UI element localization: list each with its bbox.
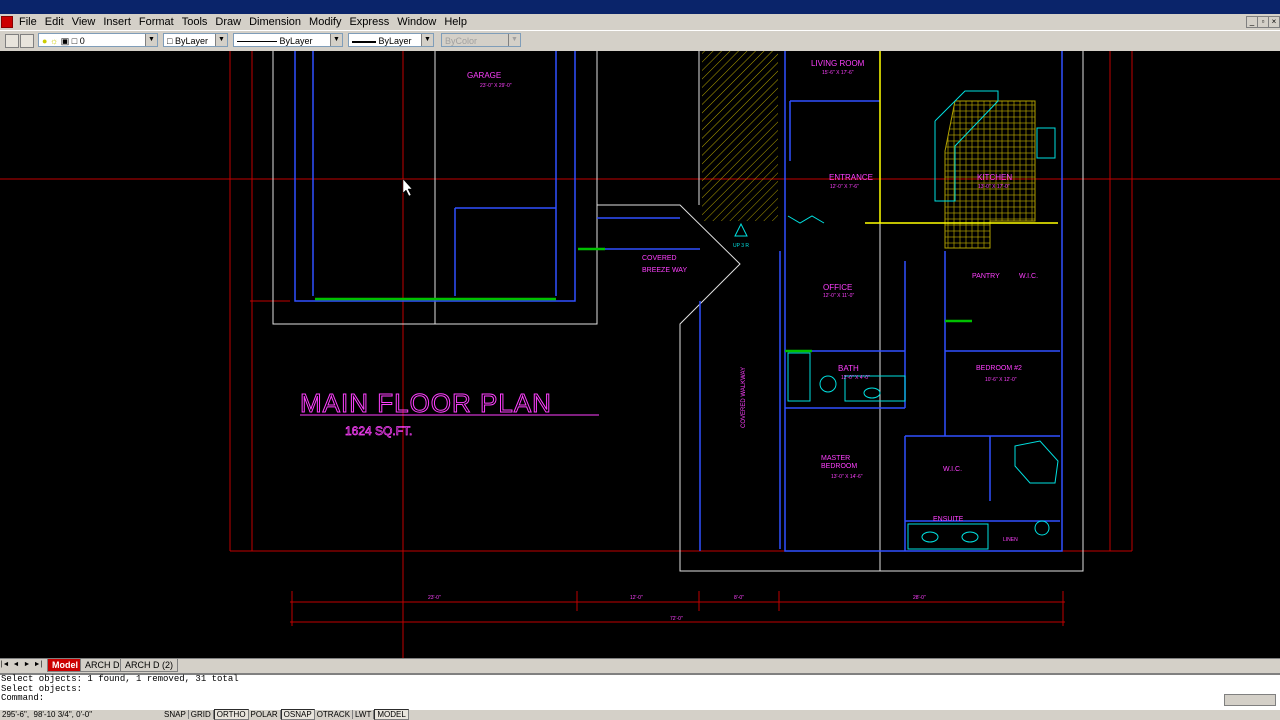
hatch-fill: [702, 51, 778, 221]
plotstyle-value: ByColor: [445, 36, 478, 46]
linetype-dropdown[interactable]: ByLayer ▼: [233, 33, 343, 47]
chevron-down-icon: ▼: [215, 34, 227, 46]
interior-walls: [294, 51, 1063, 552]
next-tab-icon[interactable]: ►: [22, 660, 32, 670]
label-kitchen-dim: 13'-0" X 17'-0": [978, 184, 1010, 190]
label-living-room: LIVING ROOM: [811, 59, 865, 68]
lock-icon: ▣: [60, 36, 70, 46]
model-toggle[interactable]: MODEL: [374, 709, 409, 720]
menu-tools[interactable]: Tools: [178, 14, 212, 30]
color-value: ByLayer: [174, 36, 208, 46]
title-bar: [0, 0, 1280, 14]
label-linen: LINEN: [1003, 537, 1018, 543]
properties-toolbar: ● ☼ ▣ □ 0 ▼ □ ByLayer ▼ ByLayer ▼ ByLaye…: [0, 30, 1280, 52]
label-pantry: PANTRY: [972, 273, 1000, 280]
last-tab-icon[interactable]: ►|: [33, 660, 43, 670]
label-walkway: COVERED WALKWAY: [741, 367, 747, 428]
dimension-labels: 23'-0" 12'-0" 8'-0" 28'-0" 72'-0": [428, 595, 926, 622]
command-history-line: Select objects:: [1, 683, 83, 694]
layer-manager-icon[interactable]: [5, 34, 19, 48]
label-living-dim: 15'-6" X 17'-6": [822, 70, 854, 76]
label-covered: COVERED: [642, 255, 677, 262]
dim-3: 8'-0": [734, 595, 744, 601]
layer-color-swatch-icon: □: [71, 36, 78, 46]
menu-dimension[interactable]: Dimension: [245, 14, 305, 30]
menu-edit[interactable]: Edit: [41, 14, 68, 30]
dimension-lines: [0, 51, 1280, 658]
menu-insert[interactable]: Insert: [99, 14, 135, 30]
menu-window[interactable]: Window: [393, 14, 440, 30]
label-entrance-dim: 12'-0" X 7'-6": [830, 184, 859, 190]
cursor-icon: [402, 178, 413, 197]
label-wic-2: W.I.C.: [943, 466, 962, 473]
layer-dropdown[interactable]: ● ☼ ▣ □ 0 ▼: [38, 33, 158, 47]
label-bedroom-2: BEDROOM #2: [976, 365, 1022, 372]
tab-arch-d-2[interactable]: ARCH D (2): [120, 659, 179, 672]
label-office-dim: 12'-0" X 11'-0": [823, 293, 854, 299]
linetype-value: ByLayer: [279, 36, 313, 46]
floor-plan-drawing: GARAGE 23'-0" X 29'-0" LIVING ROOM 15'-6…: [0, 51, 1280, 658]
layer-name: 0: [79, 36, 85, 46]
menu-express[interactable]: Express: [345, 14, 393, 30]
label-bath-dim: 12'-0" X 4'-0": [841, 375, 870, 381]
chevron-down-icon: ▼: [421, 34, 433, 46]
label-ensuite: ENSUITE: [933, 516, 964, 523]
tab-model[interactable]: Model: [47, 659, 83, 672]
dim-4: 28'-0": [913, 595, 926, 601]
lineweight-sample-icon: [352, 40, 376, 43]
dim-1: 23'-0": [428, 595, 441, 601]
chevron-down-icon: ▼: [330, 34, 342, 46]
label-bedroom-2-dim: 10'-6" X 12'-0": [985, 377, 1017, 383]
chevron-down-icon: ▼: [145, 34, 157, 46]
close-icon[interactable]: ×: [1268, 16, 1280, 28]
color-dropdown[interactable]: □ ByLayer ▼: [163, 33, 228, 47]
menu-draw[interactable]: Draw: [211, 14, 245, 30]
prev-tab-icon[interactable]: ◄: [11, 660, 21, 670]
drawing-canvas[interactable]: GARAGE 23'-0" X 29'-0" LIVING ROOM 15'-6…: [0, 51, 1280, 658]
first-tab-icon[interactable]: |◄: [0, 660, 10, 670]
plotstyle-dropdown: ByColor ▼: [441, 33, 521, 47]
command-prompt[interactable]: Command:: [0, 693, 1280, 704]
label-entrance: ENTRANCE: [829, 173, 873, 182]
layer-previous-icon[interactable]: [20, 34, 34, 48]
menu-bar: File Edit View Insert Format Tools Draw …: [0, 14, 1280, 30]
layout-tabs: |◄ ◄ ► ►| Model ARCH D ARCH D (2): [0, 658, 1280, 672]
chevron-down-icon: ▼: [508, 34, 520, 46]
lineweight-value: ByLayer: [378, 36, 412, 46]
menu-format[interactable]: Format: [135, 14, 178, 30]
label-garage: GARAGE: [467, 71, 501, 80]
tab-arch-d[interactable]: ARCH D: [80, 659, 125, 672]
command-scrollbar[interactable]: [1224, 694, 1276, 706]
command-window[interactable]: Select objects: 1 found, 1 removed, 31 t…: [0, 673, 1280, 711]
label-up: UP 3 R: [733, 243, 749, 249]
menu-view[interactable]: View: [68, 14, 100, 30]
label-kitchen: KITCHEN: [977, 173, 1012, 182]
label-wic-1: W.I.C.: [1019, 273, 1038, 280]
label-garage-dim: 23'-0" X 29'-0": [480, 83, 512, 89]
label-master: MASTER: [821, 455, 850, 462]
label-office: OFFICE: [823, 283, 852, 292]
osnap-toggle[interactable]: OSNAP: [280, 709, 315, 720]
lineweight-dropdown[interactable]: ByLayer ▼: [348, 33, 434, 47]
autocad-icon[interactable]: [1, 16, 13, 28]
doors: [315, 247, 972, 353]
linetype-sample-icon: [237, 41, 277, 43]
menu-help[interactable]: Help: [440, 14, 471, 30]
label-master-bedroom: BEDROOM: [821, 463, 857, 470]
dim-total: 72'-0": [670, 616, 683, 622]
lightbulb-icon: ●: [42, 36, 48, 46]
label-sqft: 1624 SQ.FT.: [345, 424, 412, 438]
label-main-floor-plan: MAIN FLOOR PLAN: [300, 388, 552, 418]
label-breeze-way: BREEZE WAY: [642, 267, 687, 274]
menu-file[interactable]: File: [15, 14, 41, 30]
command-history-line: Select objects: 1 found, 1 removed, 31 t…: [1, 674, 239, 684]
dim-2: 12'-0": [630, 595, 643, 601]
menu-modify[interactable]: Modify: [305, 14, 345, 30]
color-swatch-icon: □: [167, 36, 173, 46]
ortho-toggle[interactable]: ORTHO: [213, 709, 249, 720]
label-master-dim: 13'-0" X 14'-6": [831, 474, 863, 480]
sun-icon: ☼: [49, 36, 59, 46]
label-bath: BATH: [838, 364, 859, 373]
